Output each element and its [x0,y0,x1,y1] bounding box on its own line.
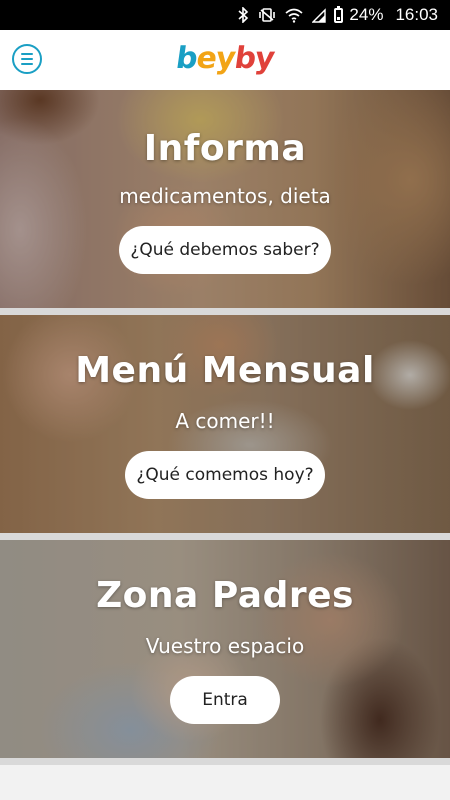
signal-icon [312,7,327,23]
logo-letter: y [252,41,277,76]
card-subtitle: A comer!! [175,409,275,433]
app-header: beyby [0,30,450,90]
bluetooth-icon [238,7,249,23]
card-title: Zona Padres [96,575,354,616]
que-comemos-hoy-button[interactable]: ¿Qué comemos hoy? [125,451,325,499]
status-bar: 24% 16:03 [0,0,450,30]
card-title: Informa [143,128,307,169]
card-informa[interactable]: Informa medicamentos, dieta ¿Qué debemos… [0,90,450,308]
card-menu-mensual[interactable]: Menú Mensual A comer!! ¿Qué comemos hoy? [0,315,450,533]
card-title: Menú Mensual [75,350,375,391]
battery-percentage: 24% [349,5,384,24]
card-subtitle: Vuestro espacio [145,634,305,658]
clock: 16:03 [395,5,438,24]
app-logo[interactable]: beyby [0,41,450,76]
que-debemos-saber-button[interactable]: ¿Qué debemos saber? [119,226,331,274]
card-zona-padres[interactable]: Zona Padres Vuestro espacio Entra [0,540,450,758]
vibrate-icon [258,7,276,23]
entra-button[interactable]: Entra [170,676,280,724]
card-subtitle: medicamentos, dieta [119,184,331,208]
wifi-icon [285,8,303,23]
next-card-peek [0,765,450,800]
battery-icon [334,5,344,23]
